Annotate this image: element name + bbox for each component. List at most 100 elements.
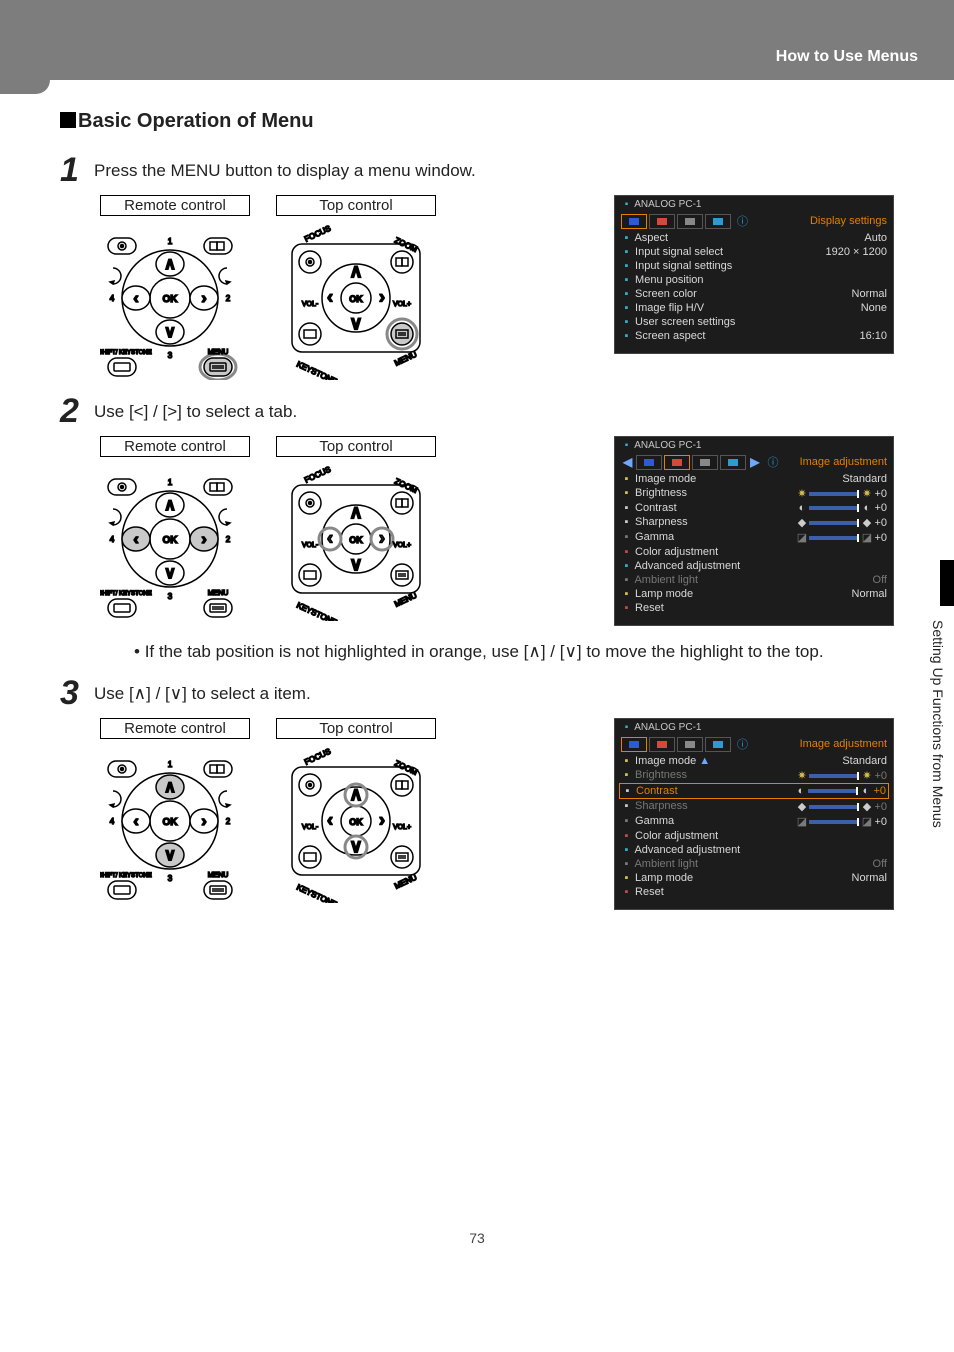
top-label: Top control (276, 718, 436, 739)
svg-text:4: 4 (110, 294, 115, 303)
page-number: 73 (60, 1230, 894, 1246)
menu-screenshot-3: ▪ ANALOG PC-1ⓘImage adjustment▪ Image mo… (614, 718, 894, 910)
arrow-right-icon: ▶ (748, 455, 761, 469)
menu-item-row: ▪ Image mode ▲Standard (615, 754, 893, 768)
svg-text:∨: ∨ (349, 313, 362, 333)
menu-tab (621, 737, 647, 752)
remote-label: Remote control (100, 718, 250, 739)
svg-text:MENU: MENU (208, 590, 229, 597)
top-col: Top control OK ∧ ∨ ‹ › FOCUS ZOOM KEYSTO… (276, 195, 436, 380)
menu-tabbar: ◀▶ⓘImage adjustment (615, 452, 893, 472)
svg-text:3: 3 (168, 874, 173, 883)
menu-item-row: ▪ Reset (615, 601, 893, 615)
menu-tab (621, 214, 647, 229)
svg-text:∨: ∨ (164, 565, 176, 582)
svg-text:MENU: MENU (208, 872, 229, 879)
svg-text:OK: OK (163, 535, 179, 546)
svg-text:VOL-: VOL- (302, 824, 319, 831)
menu-item-row: ▪ Advanced adjustment (615, 559, 893, 573)
menu-item-row: ▪ Screen colorNormal (615, 287, 893, 301)
svg-text:›: › (379, 287, 385, 307)
svg-text:VOL+: VOL+ (393, 301, 411, 308)
step-3: 3 Use [∧] / [∨] to select a item. (60, 678, 894, 710)
svg-text:FOCUS: FOCUS (303, 747, 332, 767)
svg-text:KEYSTONE: KEYSTONE (295, 360, 338, 380)
svg-text:∨: ∨ (349, 836, 362, 856)
menu-tab (720, 455, 746, 470)
menu-item-row: ▪ Contrast◐ ◐ +0 (615, 501, 893, 515)
remote-label: Remote control (100, 195, 250, 216)
menu-screenshot-2: ▪ ANALOG PC-1◀▶ⓘImage adjustment▪ Image … (614, 436, 894, 626)
svg-text:›: › (201, 813, 206, 830)
svg-text:2: 2 (226, 535, 231, 544)
svg-text:‹: ‹ (327, 810, 333, 830)
header-title: How to Use Menus (776, 48, 918, 66)
menu-item-row: ▪ Brightness✷ ✷ +0 (615, 768, 893, 783)
menu-item-row: ▪ Sharpness◆ ◆ +0 (615, 515, 893, 530)
step-1: 1 Press the MENU button to display a men… (60, 155, 894, 187)
menu-item-row: ▪ Ambient lightOff (615, 857, 893, 871)
menu-header: ▪ ANALOG PC-1 (615, 719, 893, 734)
svg-text:›: › (201, 531, 206, 548)
step-2-text: Use [<] / [>] to select a tab. (94, 402, 297, 422)
menu-item-row: ▪ Lamp modeNormal (615, 587, 893, 601)
menu-item-row: ▪ AspectAuto (615, 231, 893, 245)
menu-item-row: ▪ Brightness✷ ✷ +0 (615, 486, 893, 501)
menu-tab (692, 455, 718, 470)
svg-text:4: 4 (110, 535, 115, 544)
svg-text:VOL+: VOL+ (393, 542, 411, 549)
remote-control-diagram-ud: OK ∧ ∨ ‹ › 1 2 3 4 D.SHIFT/ K (100, 743, 240, 903)
menu-item-row: ▪ Screen aspect16:10 (615, 329, 893, 343)
svg-text:∧: ∧ (349, 784, 362, 804)
remote-control-diagram-lr: OK ∧ ∨ ‹ › 1 2 3 4 D.SHIFT/ K (100, 461, 240, 621)
svg-text:‹: ‹ (133, 813, 138, 830)
menu-section-label: Display settings (810, 215, 887, 227)
menu-item-row: ▪ Advanced adjustment (615, 843, 893, 857)
menu-tab (664, 455, 690, 470)
svg-text:‹: ‹ (327, 287, 333, 307)
remote-col: Remote control OK ∧ ∨ ‹ › 1 2 3 4 (100, 195, 250, 380)
menu-section-label: Image adjustment (800, 738, 887, 750)
menu-tab (636, 455, 662, 470)
step-3-num: 3 (60, 676, 94, 710)
section-title: Basic Operation of Menu (60, 110, 894, 133)
remote-control-diagram: OK ∧ ∨ ‹ › 1 2 3 4 D.SHIFT/ K (100, 220, 240, 380)
svg-text:∧: ∧ (164, 779, 176, 796)
side-black-tab (940, 560, 954, 606)
svg-text:∨: ∨ (164, 847, 176, 864)
svg-text:3: 3 (168, 351, 173, 360)
svg-text:OK: OK (163, 294, 179, 305)
remote-label: Remote control (100, 436, 250, 457)
svg-text:›: › (201, 290, 206, 307)
menu-item-row: ▪ Color adjustment (615, 829, 893, 843)
svg-text:VOL-: VOL- (302, 542, 319, 549)
menu-item-row: ▪ Gamma◪ ◪ +0 (615, 814, 893, 829)
svg-text:FOCUS: FOCUS (303, 465, 332, 485)
svg-text:D.SHIFT/ KEYSTONE: D.SHIFT/ KEYSTONE (100, 591, 152, 597)
svg-text:OK: OK (349, 535, 363, 545)
svg-text:3: 3 (168, 592, 173, 601)
menu-item-row: ▪ Input signal settings (615, 259, 893, 273)
svg-text:VOL+: VOL+ (393, 824, 411, 831)
svg-text:1: 1 (168, 237, 173, 246)
menu-item-row: ▪ User screen settings (615, 315, 893, 329)
svg-text:KEYSTONE: KEYSTONE (295, 601, 338, 621)
svg-text:∨: ∨ (164, 324, 176, 341)
remote-col: Remote control OK ∧ ∨ ‹ › 1 2 3 4 (100, 718, 250, 903)
svg-text:2: 2 (226, 294, 231, 303)
header-bar: How to Use Menus (0, 0, 954, 80)
menu-tabbar: ⓘImage adjustment (615, 734, 893, 754)
arrow-left-icon: ◀ (621, 455, 634, 469)
top-label: Top control (276, 436, 436, 457)
top-control-diagram: OK ∧ ∨ ‹ › FOCUS ZOOM KEYSTONE MENU VOL-… (276, 220, 436, 380)
menu-tab (649, 214, 675, 229)
svg-text:OK: OK (163, 817, 179, 828)
menu-tabbar: ⓘDisplay settings (615, 211, 893, 231)
top-label: Top control (276, 195, 436, 216)
menu-tab (705, 737, 731, 752)
svg-text:VOL-: VOL- (302, 301, 319, 308)
menu-tab (705, 214, 731, 229)
menu-item-row: ▪ Sharpness◆ ◆ +0 (615, 799, 893, 814)
menu-header: ▪ ANALOG PC-1 (615, 196, 893, 211)
menu-tab (649, 737, 675, 752)
